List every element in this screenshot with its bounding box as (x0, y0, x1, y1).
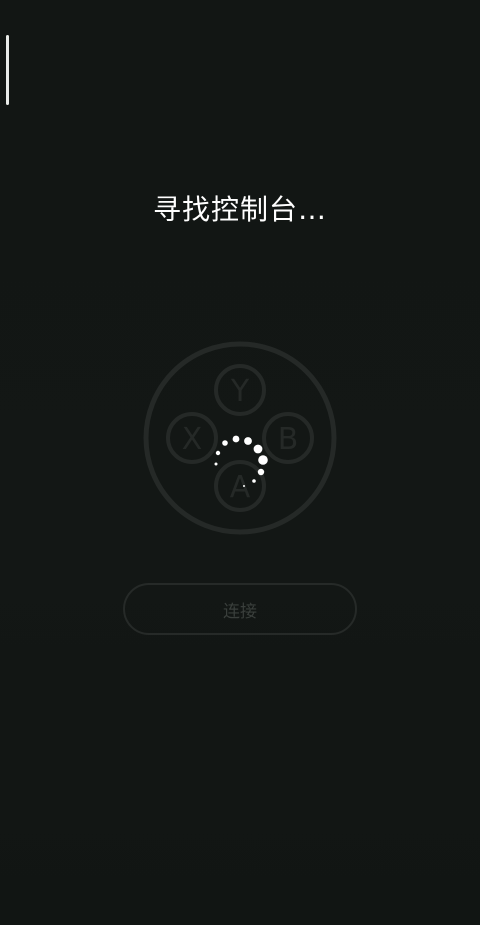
connect-button[interactable]: 连接 (123, 583, 357, 635)
b-button-label: B (278, 422, 299, 457)
page-title: 寻找控制台… (152, 193, 327, 226)
y-button-label: Y (230, 374, 250, 409)
screen: 寻找控制台… Y X B A 连接 (0, 0, 480, 925)
edge-swipe-handle[interactable] (6, 35, 9, 105)
status-bar-corner (426, 0, 466, 4)
controller-face-buttons-icon: Y X B A (143, 341, 337, 535)
a-button-label: A (230, 470, 251, 505)
x-button-label: X (182, 422, 203, 457)
controller-icon: Y X B A (140, 338, 340, 538)
